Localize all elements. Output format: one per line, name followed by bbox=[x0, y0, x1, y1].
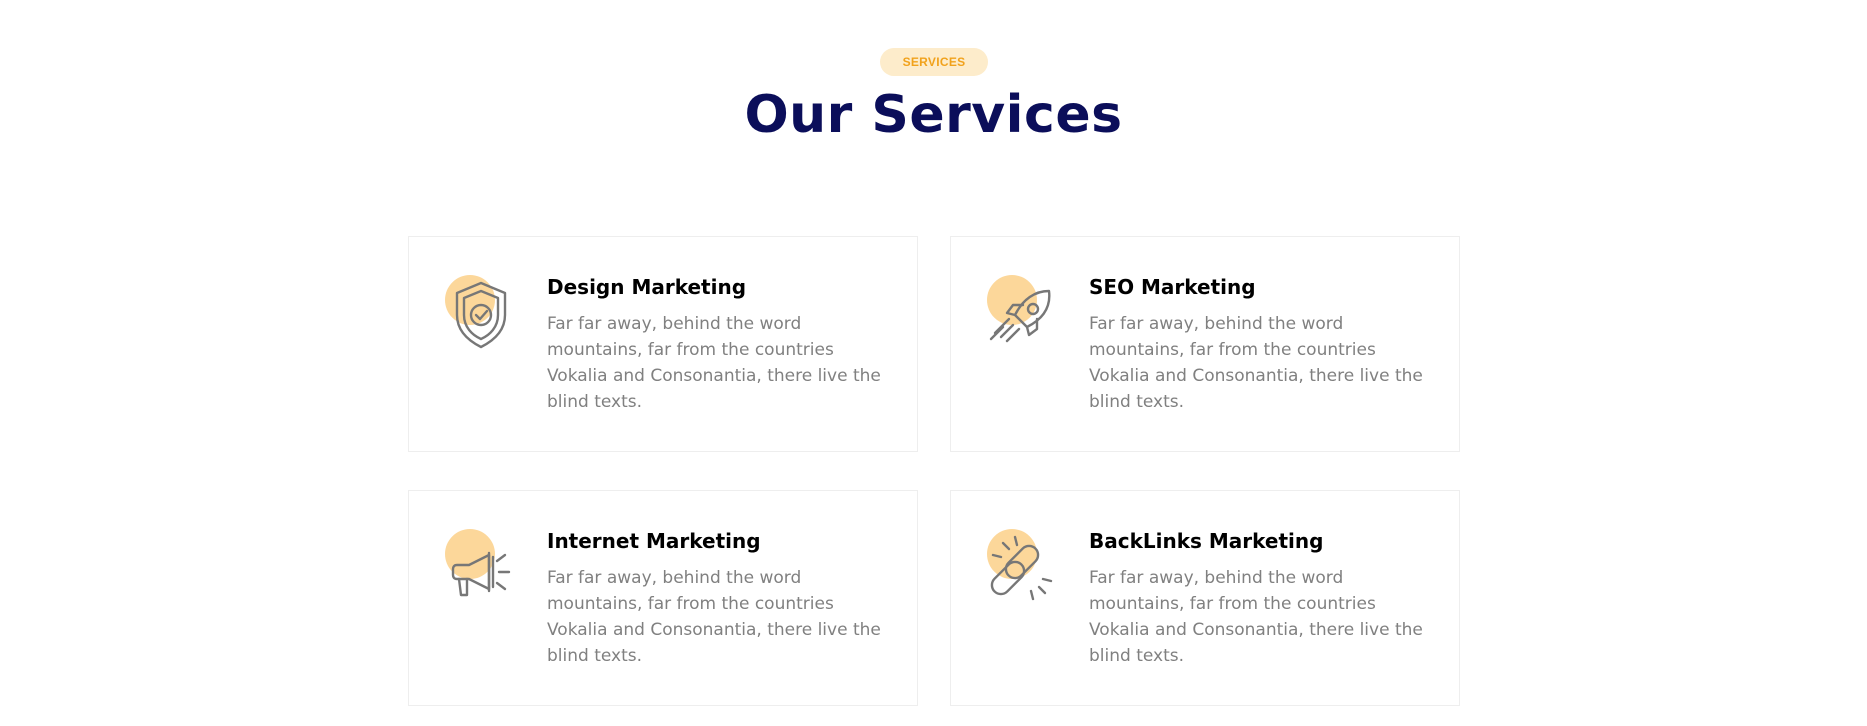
chain-link-icon bbox=[987, 529, 1059, 605]
service-card-internet-marketing: Internet Marketing Far far away, behind … bbox=[408, 490, 918, 706]
service-title: SEO Marketing bbox=[1089, 275, 1256, 299]
section-title: Our Services bbox=[744, 85, 1123, 145]
shield-check-icon bbox=[445, 275, 517, 351]
service-title: BackLinks Marketing bbox=[1089, 529, 1324, 553]
rocket-icon bbox=[987, 275, 1059, 351]
service-card-design-marketing: Design Marketing Far far away, behind th… bbox=[408, 236, 918, 452]
service-title: Design Marketing bbox=[547, 275, 747, 299]
section-badge: SERVICES bbox=[880, 48, 988, 76]
service-card-seo-marketing: SEO Marketing Far far away, behind the w… bbox=[950, 236, 1460, 452]
service-description: Far far away, behind the word mountains,… bbox=[547, 314, 881, 412]
megaphone-icon bbox=[445, 529, 517, 605]
service-title: Internet Marketing bbox=[547, 529, 761, 553]
service-description: Far far away, behind the word mountains,… bbox=[547, 568, 881, 666]
service-card-backlinks-marketing: BackLinks Marketing Far far away, behind… bbox=[950, 490, 1460, 706]
services-section: SERVICES Our Services Design Marketing F… bbox=[0, 0, 1867, 726]
service-description: Far far away, behind the word mountains,… bbox=[1089, 314, 1423, 412]
service-description: Far far away, behind the word mountains,… bbox=[1089, 568, 1423, 666]
